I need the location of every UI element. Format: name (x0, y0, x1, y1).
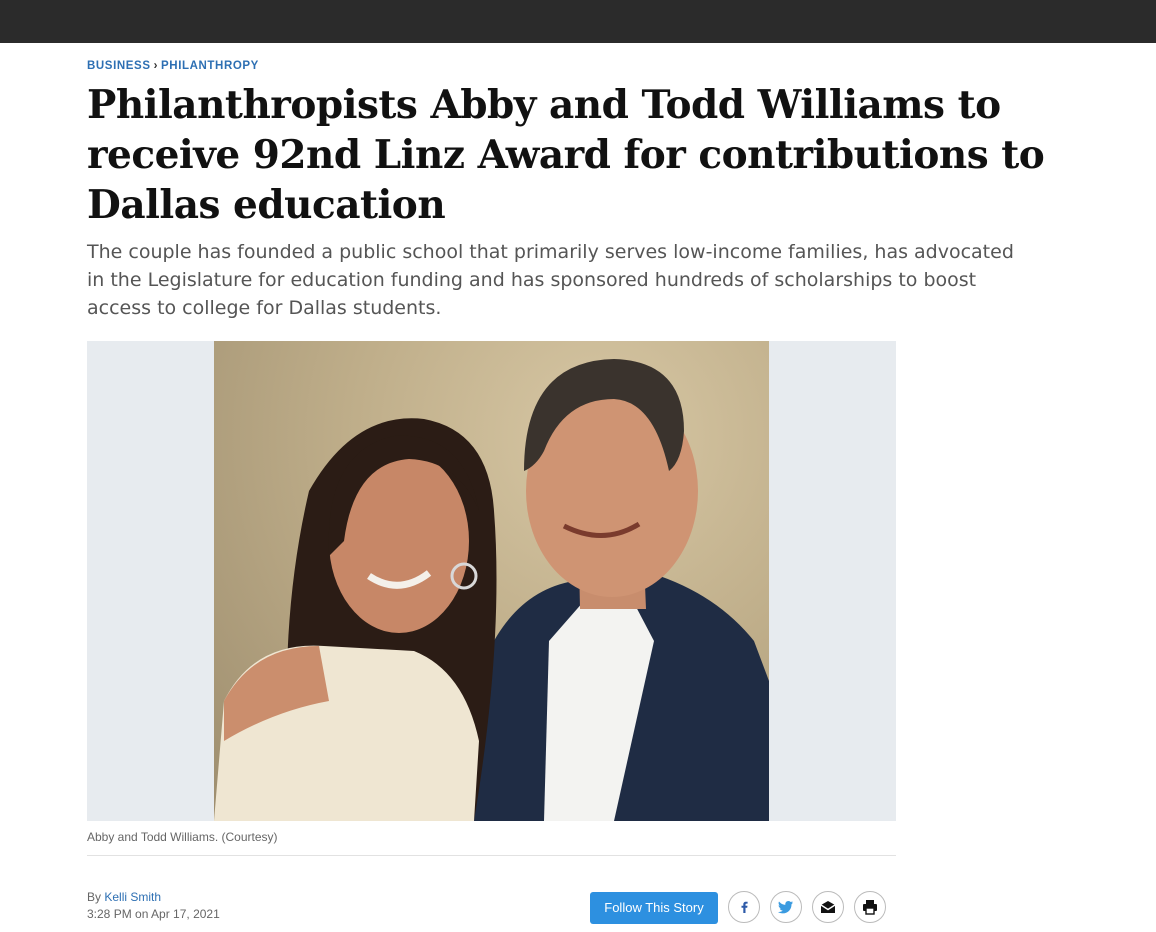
article-photo[interactable] (214, 341, 769, 821)
follow-story-button[interactable]: Follow This Story (590, 892, 718, 924)
byline: By Kelli Smith 3:28 PM on Apr 17, 2021 (87, 889, 220, 923)
author-link[interactable]: Kelli Smith (104, 890, 161, 904)
article-headline: Philanthropists Abby and Todd Williams t… (87, 82, 1045, 228)
photo-container (87, 341, 896, 821)
twitter-icon (778, 901, 793, 914)
email-icon (820, 901, 836, 913)
twitter-share-button[interactable] (770, 891, 802, 923)
print-icon (863, 900, 877, 915)
divider (87, 855, 896, 856)
couple-portrait-illustration (214, 359, 769, 821)
print-share-button[interactable] (854, 891, 886, 923)
breadcrumb-business-link[interactable]: BUSINESS (87, 60, 151, 72)
breadcrumb-philanthropy-link[interactable]: PHILANTHROPY (161, 60, 259, 72)
byline-prefix: By (87, 890, 102, 904)
email-share-button[interactable] (812, 891, 844, 923)
facebook-share-button[interactable] (728, 891, 760, 923)
facebook-icon (741, 901, 748, 913)
photo-caption: Abby and Todd Williams. (Courtesy) (87, 830, 278, 844)
breadcrumb-separator: › (153, 60, 159, 72)
article-dek: The couple has founded a public school t… (87, 241, 1014, 319)
breadcrumb: BUSINESS › PHILANTHROPY (87, 60, 259, 72)
publish-timestamp: 3:28 PM on Apr 17, 2021 (87, 907, 220, 921)
top-nav-bar (0, 0, 1156, 43)
